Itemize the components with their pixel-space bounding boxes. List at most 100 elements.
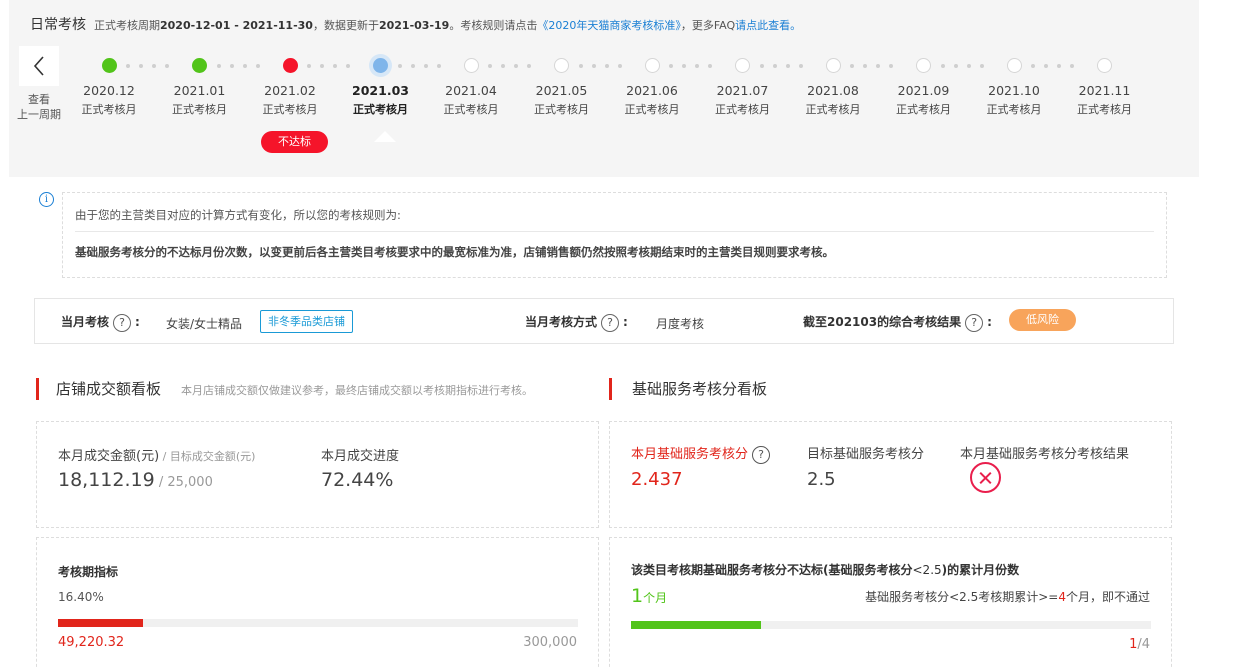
month-label: 正式考核月 xyxy=(624,103,680,116)
prev-period-label[interactable]: 查看 上一周期 xyxy=(9,92,69,122)
fail-title-c: )的累计月份数 xyxy=(941,563,1020,577)
month-status-dot xyxy=(101,58,117,73)
help-icon[interactable]: ? xyxy=(965,313,984,332)
month-status-dot xyxy=(554,58,569,73)
month-date: 2021.07 xyxy=(716,83,769,98)
month-exam-label: 当月考核?: xyxy=(61,313,140,332)
sales-board-title: 店铺成交额看板 xyxy=(56,380,162,398)
help-icon[interactable]: ? xyxy=(752,445,771,464)
prev-period-line1: 查看 xyxy=(28,93,50,106)
month-label: 正式考核月 xyxy=(262,103,318,116)
month-status-dot xyxy=(916,58,931,73)
month-date: 2021.08 xyxy=(807,83,859,98)
period-percent: 16.40% xyxy=(58,590,104,604)
colon: : xyxy=(135,315,140,329)
period-progress-fill xyxy=(58,619,144,627)
month-status-dot xyxy=(282,58,298,73)
method-value: 月度考核 xyxy=(656,317,705,331)
status-row: 当月考核?: 女装/女士精品 非冬季品类店铺 当月考核方式?: 月度考核 截至2… xyxy=(34,298,1174,344)
fail-months-progress-bar xyxy=(631,621,1151,629)
prev-period-button[interactable] xyxy=(19,46,59,86)
fail-months-title: 该类目考核期基础服务考核分不达标(基础服务考核分<2.5)的累计月份数 xyxy=(631,561,1019,578)
month-date: 2020.12 xyxy=(83,83,135,98)
amount-value: 18,112.19 / 25,000 xyxy=(58,469,213,491)
period-target-card: 考核期指标 16.40% 49,220.32 300,000 xyxy=(36,537,599,668)
rule-notice: 由于您的主营类目对应的计算方式有变化，所以您的考核规则为: 基础服务考核分的不达… xyxy=(62,192,1167,278)
help-icon[interactable]: ? xyxy=(113,313,132,332)
month-status-dot xyxy=(825,58,841,73)
fail-rule-text: 基础服务考核分<2.5考核期累计>=4个月，即不通过 xyxy=(865,588,1150,605)
fail-badge: 不达标 xyxy=(261,131,328,153)
rule-num: 4 xyxy=(1058,590,1066,604)
info-icon: i xyxy=(39,192,54,207)
month-label: 正式考核月 xyxy=(715,103,770,116)
month-label: 正式考核月 xyxy=(986,103,1042,116)
sales-board-header: 店铺成交额看板 本月店铺成交额仅做建议参考，最终店铺成交额以考核期指标进行考核。 xyxy=(36,376,596,400)
month-label: 正式考核月 xyxy=(1077,103,1132,116)
month-date: 2021.06 xyxy=(626,83,678,98)
count-total: /4 xyxy=(1137,637,1150,652)
month-label: 正式考核月 xyxy=(443,103,499,116)
month-status-dot xyxy=(1006,58,1022,73)
period-target-title: 考核期指标 xyxy=(58,565,119,579)
month-date: 2021.10 xyxy=(988,83,1040,98)
month-date: 2021.03 xyxy=(352,83,409,98)
amount-label: 本月成交金额(元) / 目标成交金额(元) xyxy=(58,449,256,464)
result-score-label: 本月基础服务考核分考核结果 xyxy=(960,447,1130,462)
target-score-value: 2.5 xyxy=(807,469,836,490)
months-number: 1 xyxy=(631,585,644,607)
period-header: 日常考核 正式考核周期2020-12-01 - 2021-11-30，数据更新于2… xyxy=(9,0,1199,177)
notice-divider xyxy=(75,231,1154,232)
month-date: 2021.02 xyxy=(264,83,316,98)
amount-label-text: 本月成交金额(元) xyxy=(58,449,160,464)
month-category: 女装/女士精品 xyxy=(166,317,243,331)
month-date: 2021.09 xyxy=(897,83,950,98)
month-date: 2021.01 xyxy=(173,83,226,98)
month-status-dot xyxy=(373,58,388,73)
month-label: 正式考核月 xyxy=(81,103,137,116)
exam-page: 日常考核 正式考核周期2020-12-01 - 2021-11-30，数据更新于2… xyxy=(0,0,1247,668)
fail-x-icon xyxy=(970,462,1001,493)
target-number: 25,000 xyxy=(167,475,213,490)
risk-badge: 低风险 xyxy=(1009,309,1076,331)
service-board-header: 基础服务考核分看板 xyxy=(609,376,1169,400)
month-status-dot xyxy=(192,58,207,73)
section-bar xyxy=(609,378,612,400)
prev-period-line2: 上一周期 xyxy=(17,108,61,121)
active-month-pointer xyxy=(374,131,396,142)
notice-line1: 由于您的主营类目对应的计算方式有变化，所以您的考核规则为: xyxy=(75,208,401,222)
rule-b: 个月，即不通过 xyxy=(1065,590,1150,604)
colon: : xyxy=(987,315,992,329)
result-text: 截至202103的综合考核结果 xyxy=(803,315,962,329)
timeline-month-2021.11[interactable]: 2021.11 正式考核月 xyxy=(1065,58,1145,117)
sales-summary-card: 本月成交金额(元) / 目标成交金额(元) 18,112.19 / 25,000… xyxy=(36,421,599,528)
method-text: 当月考核方式 xyxy=(525,315,598,329)
fail-months-count: 1/4 xyxy=(1129,637,1150,652)
month-label: 正式考核月 xyxy=(805,103,861,116)
service-board-title: 基础服务考核分看板 xyxy=(632,380,768,398)
result-label: 截至202103的综合考核结果?: xyxy=(803,313,992,332)
target-label-text: 目标成交金额(元) xyxy=(169,450,256,463)
month-timeline: 2020.12 正式考核月 2021.01 正式考核月 2021.02 正式考核月 2021… xyxy=(69,0,1199,177)
month-status-dot xyxy=(463,58,479,73)
month-label: 正式考核月 xyxy=(896,103,951,116)
month-status-dot xyxy=(735,58,750,73)
sales-board-desc: 本月店铺成交额仅做建议参考，最终店铺成交额以考核期指标进行考核。 xyxy=(181,384,533,397)
method-label: 当月考核方式?: xyxy=(525,313,628,332)
month-date: 2021.05 xyxy=(535,83,588,98)
fail-title-a: 该类目考核期基础服务考核分不达标(基础服务考核分 xyxy=(631,563,913,577)
months-unit: 个月 xyxy=(643,591,668,605)
score-label-text: 本月基础服务考核分 xyxy=(631,447,749,462)
fail-months-value: 1个月 xyxy=(631,585,667,607)
month-date: 2021.04 xyxy=(445,83,497,98)
month-exam-text: 当月考核 xyxy=(61,315,110,329)
service-summary-card: 本月基础服务考核分? 2.437 目标基础服务考核分 2.5 本月基础服务考核分… xyxy=(609,421,1172,528)
season-tag: 非冬季品类店铺 xyxy=(260,310,353,333)
section-bar xyxy=(36,378,39,400)
score-value: 2.437 xyxy=(631,469,683,490)
fail-months-card: 该类目考核期基础服务考核分不达标(基础服务考核分<2.5)的累计月份数 1个月 … xyxy=(609,537,1172,668)
period-progress-bar xyxy=(58,619,578,627)
help-icon[interactable]: ? xyxy=(601,313,620,332)
month-status-dot xyxy=(1097,58,1112,73)
progress-value: 72.44% xyxy=(321,469,394,491)
